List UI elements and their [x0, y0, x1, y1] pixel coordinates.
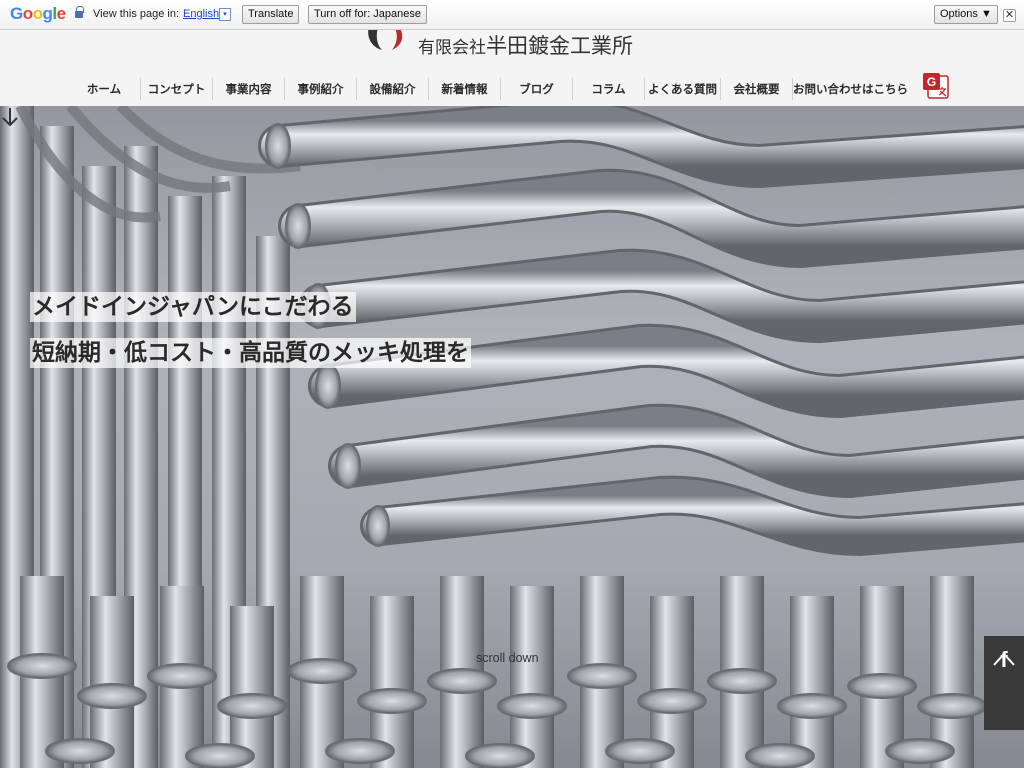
svg-text:G: G	[927, 75, 936, 89]
hero-tagline-line2: 短納期・低コスト・高品質のメッキ処理を	[30, 338, 471, 368]
company-name: 有限会社半田鍍金工業所	[418, 30, 633, 60]
nav-item-blog[interactable]: ブログ	[500, 78, 572, 100]
hero-background-image	[0, 106, 1024, 768]
language-dropdown-icon[interactable]: ▾	[219, 8, 231, 21]
google-translate-bar: Google View this page in: English ▾ Tran…	[0, 0, 1024, 30]
side-panel: f	[984, 636, 1024, 730]
nav-item-cases[interactable]: 事例紹介	[284, 78, 356, 100]
nav-item-concept[interactable]: コンセプト	[140, 78, 212, 100]
hero-tagline-line1: メイドインジャパンにこだわる	[30, 292, 356, 322]
nav-item-column[interactable]: コラム	[572, 78, 644, 100]
translate-icon[interactable]: G	[922, 72, 950, 100]
close-icon[interactable]: ✕	[1003, 9, 1016, 22]
nav-item-company[interactable]: 会社概要	[720, 78, 792, 100]
main-nav: ホーム コンセプト 事業内容 事例紹介 設備紹介 新着情報 ブログ コラム よく…	[68, 76, 908, 102]
lock-icon	[75, 6, 84, 20]
company-prefix: 有限会社	[418, 38, 486, 58]
google-logo: Google	[10, 4, 66, 23]
nav-item-equipment[interactable]: 設備紹介	[356, 78, 428, 100]
company-title: 半田鍍金工業所	[486, 34, 633, 58]
language-select[interactable]: English	[183, 8, 219, 20]
back-to-top-icon[interactable]	[984, 636, 1024, 683]
site-header: 有限会社半田鍍金工業所 ホーム コンセプト 事業内容 事例紹介 設備紹介 新着情…	[0, 24, 1024, 106]
nav-item-contact[interactable]: お問い合わせはこちら	[792, 78, 908, 100]
nav-item-business[interactable]: 事業内容	[212, 78, 284, 100]
nav-item-home[interactable]: ホーム	[68, 78, 140, 100]
arrow-down-icon[interactable]	[0, 106, 20, 128]
options-button[interactable]: Options ▼	[934, 5, 998, 24]
turn-off-button[interactable]: Turn off for: Japanese	[308, 5, 428, 24]
translate-button[interactable]: Translate	[242, 5, 300, 24]
scroll-down-label[interactable]: scroll down	[476, 651, 539, 665]
nav-item-faq[interactable]: よくある質問	[644, 78, 720, 100]
hero-banner: メイドインジャパンにこだわる 短納期・低コスト・高品質のメッキ処理を scrol…	[0, 106, 1024, 768]
view-page-text: View this page in:	[93, 8, 180, 20]
nav-item-news[interactable]: 新着情報	[428, 78, 500, 100]
